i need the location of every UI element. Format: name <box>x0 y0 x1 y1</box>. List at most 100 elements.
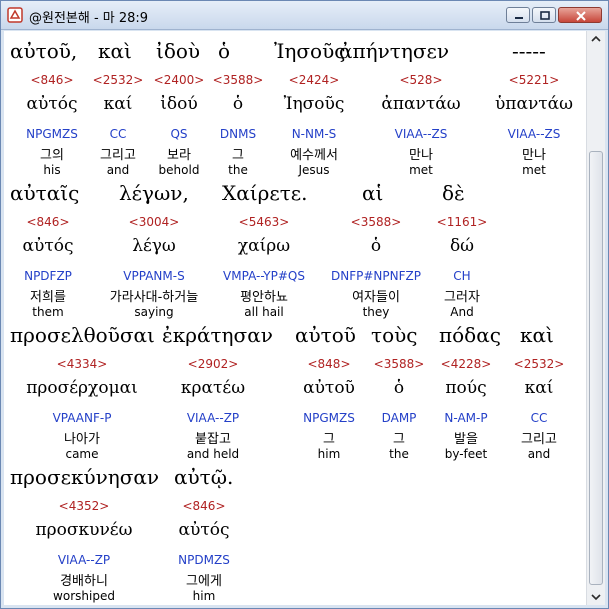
vertical-scrollbar[interactable] <box>586 31 605 605</box>
english-gloss: and held <box>186 447 240 461</box>
lemma: προσκυνέω <box>35 520 133 540</box>
english-gloss: him <box>192 589 216 603</box>
maximize-button[interactable] <box>532 7 556 23</box>
lemma: προσέρχομαι <box>26 378 138 398</box>
strongs-number: <4352> <box>58 499 110 513</box>
lemma: αὐτός <box>22 236 74 256</box>
parsing-code: VIAA--ZS <box>507 127 561 141</box>
greek-word[interactable]: προσελθοῦσαι <box>10 323 155 347</box>
parsing-code: VPAANF-P <box>52 411 112 425</box>
greek-word[interactable]: ----- <box>512 39 546 63</box>
greek-word[interactable]: καὶ <box>98 39 132 63</box>
greek-word[interactable]: ἰδοὺ <box>156 39 200 63</box>
greek-word[interactable]: προσεκύνησαν <box>10 465 159 489</box>
greek-word[interactable]: δὲ <box>442 181 465 205</box>
korean-gloss: 그 <box>393 432 405 447</box>
english-gloss: they <box>362 305 390 319</box>
strongs-number: <2532> <box>92 73 144 87</box>
lemma: αὐτός <box>26 94 78 114</box>
greek-word[interactable]: πόδας <box>439 323 501 347</box>
strongs-number: <3004> <box>128 215 180 229</box>
parsing-code: NPDFZP <box>24 269 72 283</box>
parsing-code: NPDMZS <box>178 553 230 567</box>
parsing-code: NPGMZS <box>303 411 355 425</box>
strongs-number: <5463> <box>238 215 290 229</box>
greek-word[interactable]: αὐτοῦ, <box>10 39 77 63</box>
lemma: ὑπαντάω <box>494 94 574 114</box>
parsing-code: DNFP#NPNFZP <box>331 269 421 283</box>
english-gloss: all hail <box>244 305 284 319</box>
korean-gloss: 붙잡고 <box>195 432 231 447</box>
strongs-number: <1161> <box>436 215 488 229</box>
greek-word[interactable]: αὐτοῦ <box>295 323 356 347</box>
greek-word[interactable]: Χαίρετε. <box>222 181 308 205</box>
scroll-up-button[interactable] <box>587 31 605 48</box>
parsing-code: VIAA--ZP <box>57 553 111 567</box>
parsing-code: VIAA--ZS <box>394 127 448 141</box>
scroll-down-button[interactable] <box>587 588 605 605</box>
strongs-number: <848> <box>307 357 351 371</box>
lemma: αὐτός <box>178 520 230 540</box>
parsing-code: VIAA--ZP <box>186 411 240 425</box>
greek-word[interactable]: αἱ <box>362 181 383 205</box>
chevron-up-icon <box>591 35 601 42</box>
minimize-button[interactable] <box>506 7 530 23</box>
parsing-code: N-NM-S <box>291 127 337 141</box>
korean-gloss: 예수께서 <box>290 148 338 163</box>
strongs-number: <5221> <box>508 73 560 87</box>
parsing-code: NPGMZS <box>26 127 78 141</box>
strongs-number: <528> <box>399 73 443 87</box>
title-bar[interactable]: @원전본해 - 마 28:9 <box>1 1 608 30</box>
korean-gloss: 그리고 <box>521 432 557 447</box>
strongs-number: <2532> <box>513 357 565 371</box>
scroll-thumb[interactable] <box>589 151 603 585</box>
lemma: λέγω <box>132 236 176 256</box>
parsing-code: VPPANM-S <box>123 269 185 283</box>
strongs-number: <2902> <box>187 357 239 371</box>
greek-word[interactable]: καὶ <box>520 323 554 347</box>
greek-word[interactable]: τοὺς <box>371 323 417 347</box>
lemma: πούς <box>445 378 487 398</box>
parsing-code: CC <box>530 411 548 425</box>
strongs-number: <846> <box>26 215 70 229</box>
greek-word[interactable]: ἐκράτησαν <box>162 323 273 347</box>
strongs-number: <3588> <box>212 73 264 87</box>
close-button[interactable] <box>558 7 602 23</box>
minimize-icon <box>515 17 523 19</box>
korean-gloss: 만나 <box>522 148 546 163</box>
english-gloss: and <box>106 163 130 177</box>
korean-gloss: 나아가 <box>64 432 100 447</box>
greek-word[interactable]: Ἰησοῦς <box>274 39 345 63</box>
korean-gloss: 만나 <box>409 148 433 163</box>
close-icon <box>576 11 586 21</box>
lemma: αὐτοῦ <box>303 378 355 398</box>
greek-word[interactable]: ἀπήντησεν <box>339 39 449 63</box>
parsing-code: CH <box>453 269 471 283</box>
window-title: @원전본해 - 마 28:9 <box>29 11 149 26</box>
english-gloss: his <box>43 163 61 177</box>
korean-gloss: 가라사대-하거늘 <box>109 290 199 305</box>
lemma: καί <box>524 378 554 398</box>
lemma: ὁ <box>232 94 244 114</box>
lemma: Ἰησοῦς <box>283 94 345 114</box>
korean-gloss: 그 <box>323 432 335 447</box>
parsing-code: DNMS <box>219 127 257 141</box>
korean-gloss: 그리고 <box>100 148 136 163</box>
korean-gloss: 평안하뇨 <box>240 290 288 305</box>
chevron-down-icon <box>591 594 601 601</box>
parsing-code: QS <box>170 127 188 141</box>
verse-content: αὐτοῦ, <846> αὐτός NPGMZS 그의 his καὶ <2532> καί C… <box>4 31 586 605</box>
english-gloss: the <box>389 447 409 461</box>
parsing-code: N-AM-P <box>444 411 488 425</box>
greek-word[interactable]: αὐταῖς <box>10 181 79 205</box>
english-gloss: behold <box>158 163 200 177</box>
greek-word[interactable]: αὐτῷ. <box>174 465 233 489</box>
korean-gloss: 그의 <box>40 148 64 163</box>
lemma: ἰδού <box>160 94 198 114</box>
greek-word[interactable]: ὁ <box>218 39 230 63</box>
greek-word[interactable]: λέγων, <box>119 181 189 205</box>
strongs-number: <2424> <box>288 73 340 87</box>
english-gloss: him <box>317 447 341 461</box>
korean-gloss: 그 <box>232 148 244 163</box>
korean-gloss: 보라 <box>167 148 191 163</box>
